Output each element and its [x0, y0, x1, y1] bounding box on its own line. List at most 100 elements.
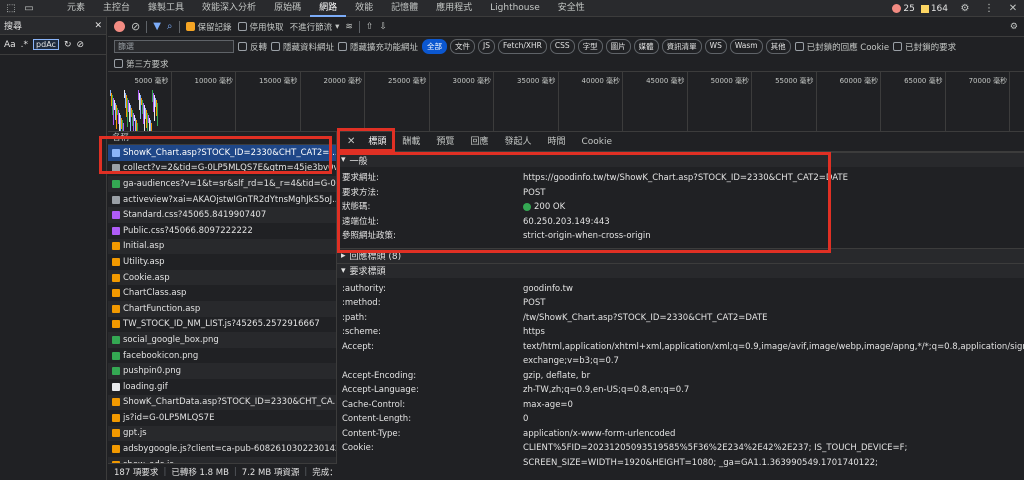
type-filter-10[interactable]: Wasm [729, 39, 763, 54]
preserve-log-checkbox[interactable]: 保留記錄 [185, 21, 232, 33]
type-filter-6[interactable]: 圖片 [605, 39, 631, 54]
request-row[interactable]: ChartClass.asp [108, 285, 336, 301]
request-row[interactable]: TW_STOCK_ID_NM_LIST.js?45265.2572916667 [108, 317, 336, 333]
type-filter-11[interactable]: 其他 [765, 39, 791, 54]
request-row[interactable]: Initial.asp [108, 238, 336, 255]
search-input[interactable]: pdAc [33, 39, 59, 50]
tab-10[interactable]: 安全性 [549, 0, 594, 17]
request-row[interactable]: js?id=G-0LP5MLQS7E [108, 410, 336, 426]
type-filter-7[interactable]: 媒體 [633, 39, 659, 54]
request-row[interactable]: Utility.asp [108, 254, 336, 270]
hide-extension-urls-checkbox[interactable]: 隱藏擴充功能網址 [338, 41, 418, 53]
disable-cache-checkbox[interactable]: 停用快取 [237, 21, 284, 33]
tab-6[interactable]: 效能 [346, 0, 382, 17]
detail-tab-2[interactable]: 預覽 [429, 132, 461, 152]
request-row[interactable]: ShowK_ChartData.asp?STOCK_ID=2330&CHT_CA… [108, 394, 336, 411]
img-icon [112, 367, 120, 376]
blocked-requests-checkbox[interactable]: 已封鎖的要求 [893, 41, 956, 53]
hide-data-urls-checkbox[interactable]: 隱藏資料網址 [271, 41, 334, 53]
request-row[interactable]: facebookicon.png [108, 348, 336, 364]
settings-icon[interactable]: ⚙ [1010, 22, 1018, 32]
type-filter-0[interactable]: 全部 [422, 39, 448, 54]
request-header-row: Accept-Encoding: gzip, deflate, br [337, 369, 1024, 384]
import-icon[interactable]: ⇧ [366, 22, 374, 32]
regex-button[interactable]: .* [21, 40, 28, 50]
detail-tab-6[interactable]: Cookie [574, 132, 619, 152]
tab-3[interactable]: 效能深入分析 [193, 0, 265, 17]
tab-2[interactable]: 錄製工具 [139, 0, 193, 17]
request-row[interactable]: adsbygoogle.js?client=ca-pub-60826103022… [108, 441, 336, 457]
request-row[interactable]: loading.gif [108, 379, 336, 395]
tab-7[interactable]: 記憶體 [382, 0, 427, 17]
type-filter-1[interactable]: 文件 [450, 39, 476, 54]
device-toggle-icon[interactable]: ▭ [22, 1, 36, 15]
search-icon[interactable]: ⌕ [167, 21, 173, 32]
type-filter-3[interactable]: Fetch/XHR [498, 39, 547, 54]
blocked-cookies-checkbox[interactable]: 已封鎖的回應 Cookie [794, 41, 889, 53]
status-requests: 187 項要求 [114, 468, 159, 478]
filter-icon[interactable]: ▼ [153, 21, 161, 32]
status-resources: 7.2 MB 項資源 [241, 468, 300, 478]
request-row[interactable]: ChartFunction.asp [108, 300, 336, 317]
errors-badge[interactable]: 25 [892, 4, 915, 14]
inspect-icon[interactable]: ⬚ [4, 1, 18, 15]
request-row[interactable]: activeview?xai=AKAOjstwIGnTR2dYtnsMghJkS… [108, 192, 336, 208]
close-icon[interactable]: ✕ [94, 21, 102, 31]
request-name: js?id=G-0LP5MLQS7E [123, 412, 215, 423]
type-filter-5[interactable]: 字型 [577, 39, 603, 54]
refresh-icon[interactable]: ↻ [64, 40, 72, 50]
type-filter-8[interactable]: 資訊清單 [661, 39, 702, 54]
type-filter-2[interactable]: JS [478, 39, 496, 54]
request-row[interactable]: Standard.css?45065.8419907407 [108, 207, 336, 223]
request-row[interactable]: collect?v=2&tid=G-0LP5MLQS7E&gtm=45je3bv… [108, 161, 336, 177]
css-icon [112, 226, 120, 235]
clear-log-icon[interactable]: ⊘ [131, 20, 140, 33]
request-row[interactable]: gpt.js [108, 425, 336, 442]
close-icon[interactable]: ✕ [1006, 2, 1020, 16]
request-row[interactable]: pushpin0.png [108, 363, 336, 379]
request-row[interactable]: social_google_box.png [108, 332, 336, 348]
throttle-select[interactable]: 不進行節流 ▾ [290, 21, 340, 33]
tab-8[interactable]: 應用程式 [427, 0, 481, 17]
timeline-bar [157, 102, 158, 126]
header-value: goodinfo.tw [523, 283, 573, 294]
tab-9[interactable]: Lighthouse [481, 0, 549, 17]
wifi-icon[interactable]: ≋ [345, 22, 353, 32]
detail-tab-1[interactable]: 酬載 [395, 132, 427, 152]
record-icon[interactable] [114, 21, 125, 32]
general-section-header[interactable]: ▾ 一般 [337, 152, 1024, 167]
general-row: 要求方法: POST [337, 186, 1024, 201]
response-headers-section-header[interactable]: ▸ 回應標頭 (8) [337, 247, 1024, 263]
tab-1[interactable]: 主控台 [94, 0, 139, 17]
type-filter-9[interactable]: WS [704, 39, 727, 54]
network-toolbar: ⊘ ▼ ⌕ 保留記錄 停用快取 不進行節流 ▾ ≋ ⇧ ⇩ ⚙ [108, 17, 1024, 37]
match-case-button[interactable]: Aa [4, 40, 16, 50]
filter-input[interactable]: 篩選 [114, 40, 234, 53]
tab-5[interactable]: 網路 [310, 0, 347, 17]
request-row[interactable]: ShowK_Chart.asp?STOCK_ID=2330&CHT_CAT2=.… [108, 145, 336, 161]
warnings-badge[interactable]: 164 [920, 4, 948, 14]
third-party-checkbox[interactable]: 第三方要求 [114, 58, 169, 70]
more-menu-icon[interactable]: ⋮ [982, 2, 996, 16]
request-row[interactable]: ga-audiences?v=1&t=sr&slf_rd=1&_r=4&tid=… [108, 176, 336, 192]
tab-0[interactable]: 元素 [58, 0, 94, 17]
general-row: 狀態碼: 200 OK [337, 200, 1024, 215]
type-filter-4[interactable]: CSS [549, 39, 575, 54]
detail-tab-5[interactable]: 時間 [540, 132, 572, 152]
close-detail-icon[interactable]: ✕ [343, 136, 359, 147]
detail-tab-0[interactable]: 標頭 [361, 132, 394, 152]
request-header-row: :method: POST [337, 296, 1024, 311]
invert-checkbox[interactable]: 反轉 [238, 41, 267, 53]
clear-icon[interactable]: ⊘ [76, 40, 84, 50]
detail-tab-3[interactable]: 回應 [463, 132, 495, 152]
detail-tab-4[interactable]: 發起人 [497, 132, 538, 152]
general-title: 一般 [349, 156, 368, 167]
request-headers-section-header[interactable]: ▾ 要求標頭 [337, 262, 1024, 278]
export-icon[interactable]: ⇩ [379, 22, 387, 32]
tab-4[interactable]: 原始碼 [265, 0, 310, 17]
timeline-overview[interactable]: 5000 毫秒 10000 毫秒 15000 毫秒 20000 毫秒 25000 毫秒 3… [108, 72, 1024, 132]
request-row[interactable]: Public.css?45066.8097222222 [108, 223, 336, 239]
request-row[interactable]: Cookie.asp [108, 269, 336, 286]
name-column-header[interactable]: 名稱 [108, 132, 336, 145]
gear-icon[interactable]: ⚙ [958, 2, 972, 16]
